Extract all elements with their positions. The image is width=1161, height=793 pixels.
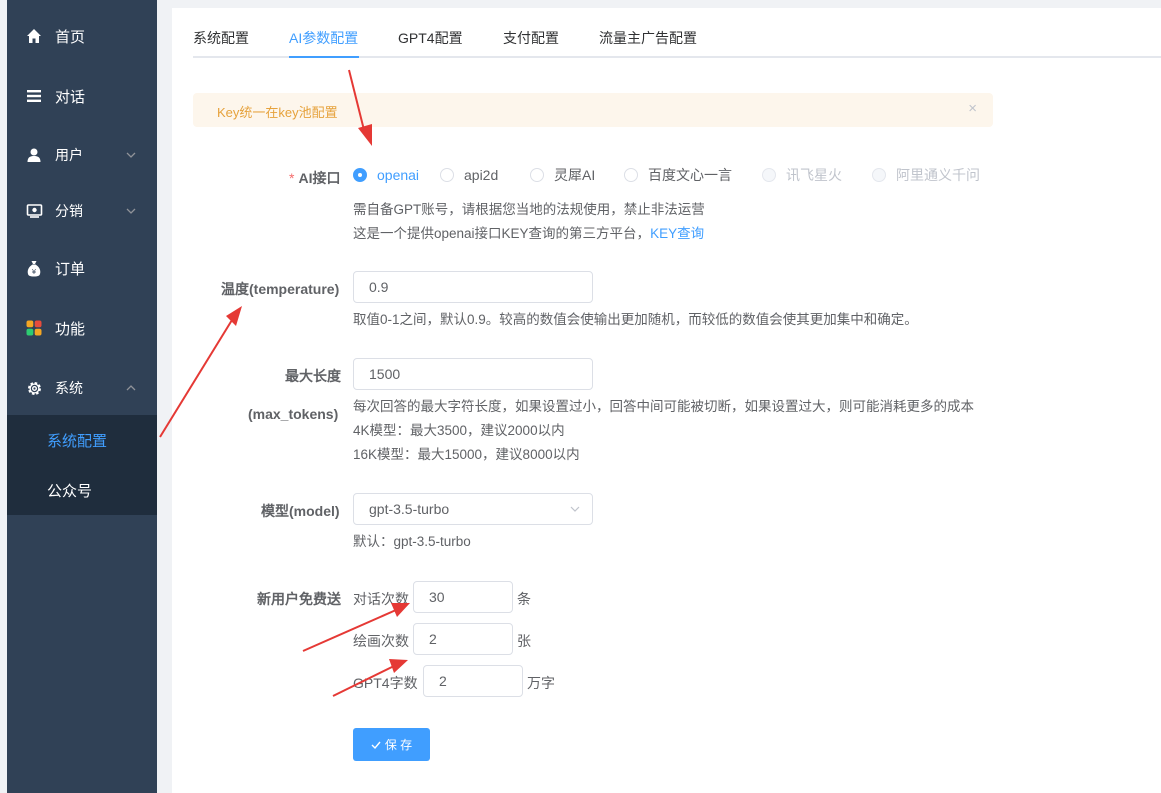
radio-label: 讯飞星火 — [786, 167, 842, 183]
radio-dot — [530, 168, 544, 182]
sidebar-item-label: 用户 — [55, 147, 83, 163]
chevron-up-icon — [126, 385, 136, 391]
sidebar-item-features[interactable]: 功能 — [7, 300, 157, 356]
save-button-label: 保 存 — [384, 738, 413, 752]
chevron-down-icon — [126, 152, 136, 158]
gear-icon — [25, 379, 43, 397]
model-select-value: gpt-3.5-turbo — [369, 501, 450, 517]
sidebar-item-label: 功能 — [55, 320, 86, 338]
radio-dot — [872, 168, 886, 182]
temperature-help: 取值0-1之间，默认0.9。较高的数值会使输出更加随机，而较低的数值会使其更加集… — [353, 312, 918, 327]
distribution-icon — [25, 202, 43, 220]
radio-api2d[interactable]: api2d — [440, 167, 498, 183]
chat-count-unit: 条 — [517, 591, 531, 607]
tab-ai-params[interactable]: AI参数配置 — [289, 8, 358, 58]
free-gift-label: 新用户免费送 — [257, 591, 341, 607]
sidebar-item-home[interactable]: 首页 — [7, 8, 157, 64]
money-bag-icon: ¥ — [25, 259, 43, 277]
svg-text:¥: ¥ — [32, 268, 37, 276]
home-icon — [25, 27, 43, 45]
max-tokens-help: 每次回答的最大字符长度，如果设置过小，回答中间可能被切断，如果设置过大，则可能消… — [353, 399, 974, 462]
tab-payment-config[interactable]: 支付配置 — [503, 8, 559, 58]
sidebar-item-distribution[interactable]: 分销 — [7, 183, 157, 239]
ai-api-help: 需自备GPT账号，请根据您当地的法规使用，禁止非法运营 这是一个提供openai… — [353, 202, 705, 241]
sidebar-item-label: 分销 — [55, 203, 83, 219]
close-icon[interactable]: × — [968, 100, 977, 117]
main-content: 系统配置 AI参数配置 GPT4配置 支付配置 流量主广告配置 Key统一在ke… — [172, 8, 1161, 793]
radio-label: api2d — [464, 167, 499, 183]
radio-dot — [624, 168, 638, 182]
tab-ad-config[interactable]: 流量主广告配置 — [599, 8, 697, 58]
active-tab-indicator — [289, 56, 359, 58]
check-icon — [371, 741, 381, 749]
radio-openai[interactable]: openai — [353, 167, 419, 183]
sidebar-item-system[interactable]: 系统 — [7, 360, 157, 416]
sidebar-item-label: 对话 — [55, 88, 86, 106]
radio-xunfei: 讯飞星火 — [762, 167, 842, 183]
radio-label: openai — [377, 167, 420, 183]
radio-dot — [762, 168, 776, 182]
sidebar-item-users[interactable]: 用户 — [7, 127, 157, 183]
sidebar-item-orders[interactable]: ¥ 订单 — [7, 240, 157, 296]
chevron-down-icon — [570, 506, 580, 512]
sidebar-item-label: 订单 — [55, 260, 86, 278]
tab-gpt4-config[interactable]: GPT4配置 — [398, 8, 463, 58]
max-tokens-label: 最大长度 — [285, 368, 341, 384]
radio-wenxin[interactable]: 百度文心一言 — [624, 167, 732, 183]
draw-count-input[interactable]: 2 — [413, 623, 513, 655]
radio-label: 阿里通义千问 — [896, 167, 980, 183]
chat-count-input[interactable]: 30 — [413, 581, 513, 613]
radio-tongyi: 阿里通义千问 — [872, 167, 980, 183]
radio-dot — [353, 168, 367, 182]
max-tokens-input[interactable]: 1500 — [353, 358, 593, 390]
radio-lingxi[interactable]: 灵犀AI — [530, 167, 595, 183]
model-help: 默认：gpt-3.5-turbo — [353, 534, 471, 549]
alert-text: Key统一在key池配置 — [217, 105, 338, 120]
grid-icon — [25, 319, 43, 337]
tab-system-config[interactable]: 系统配置 — [193, 8, 249, 58]
submenu-item-system-config[interactable]: 系统配置 — [7, 415, 157, 465]
sidebar-item-label: 首页 — [55, 28, 86, 46]
menu-lines-icon — [25, 87, 43, 105]
chevron-down-icon — [126, 208, 136, 214]
info-alert: Key统一在key池配置 × — [193, 93, 993, 127]
submenu-item-wechat-account[interactable]: 公众号 — [7, 465, 157, 515]
user-icon — [25, 146, 43, 164]
key-query-link[interactable]: KEY查询 — [650, 226, 704, 241]
sidebar: 首页 对话 用户 分销 ¥ 订单 功能 系统 系统配置 公众号 — [7, 0, 157, 793]
radio-dot — [440, 168, 454, 182]
temperature-label: 温度(temperature) — [221, 281, 340, 297]
sidebar-item-chat[interactable]: 对话 — [7, 68, 157, 124]
system-submenu: 系统配置 公众号 — [7, 415, 157, 515]
chat-count-label: 对话次数 — [353, 591, 409, 607]
radio-label: 灵犀AI — [554, 167, 596, 183]
draw-count-label: 绘画次数 — [353, 633, 409, 649]
gpt4-words-label: GPT4字数 — [353, 675, 418, 691]
ai-api-label: * AI接口 — [289, 170, 341, 186]
model-select[interactable]: gpt-3.5-turbo — [353, 493, 593, 525]
gpt4-words-unit: 万字 — [527, 675, 555, 691]
save-button[interactable]: 保 存 — [353, 728, 430, 761]
tab-bar: 系统配置 AI参数配置 GPT4配置 支付配置 流量主广告配置 — [193, 8, 1161, 58]
temperature-input[interactable]: 0.9 — [353, 271, 593, 303]
max-tokens-sublabel: (max_tokens) — [248, 406, 339, 422]
model-label: 模型(model) — [261, 503, 340, 519]
gpt4-words-input[interactable]: 2 — [423, 665, 523, 697]
radio-label: 百度文心一言 — [648, 167, 732, 183]
required-mark: * — [289, 170, 295, 186]
sidebar-item-label: 系统 — [55, 380, 83, 396]
draw-count-unit: 张 — [517, 633, 531, 649]
